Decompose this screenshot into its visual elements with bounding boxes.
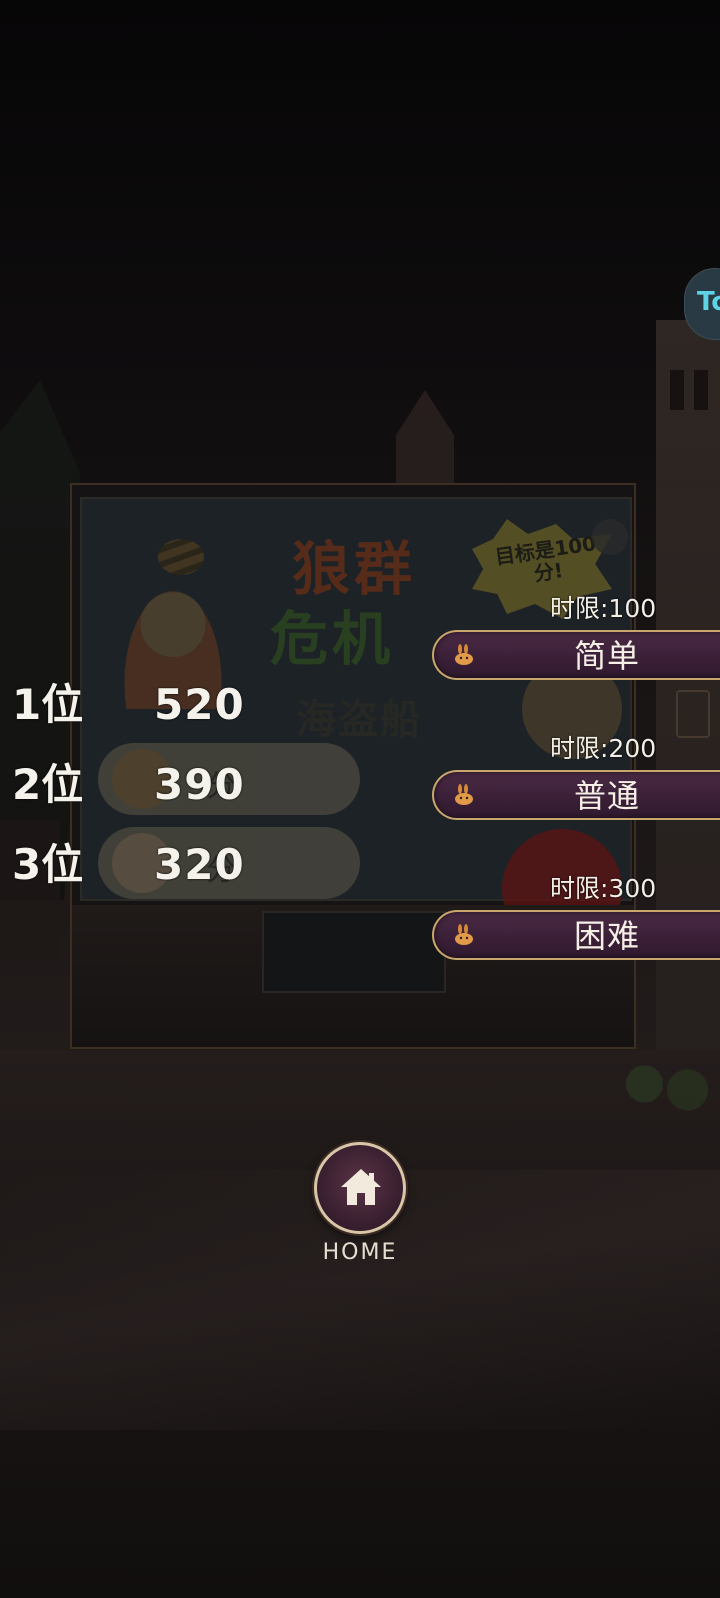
wall-lamp bbox=[676, 690, 710, 738]
easy-button[interactable]: 简单 bbox=[432, 630, 720, 680]
normal-button[interactable]: 普通 bbox=[432, 770, 720, 820]
time-limit-easy: 时限:100 bbox=[550, 594, 657, 623]
hard-button[interactable]: 困难 bbox=[432, 910, 720, 960]
skull-icon bbox=[592, 519, 628, 555]
normal-label: 普通 bbox=[574, 777, 641, 815]
board-screen bbox=[262, 911, 446, 993]
poster-subtitle: 海盗船 bbox=[296, 697, 422, 743]
bunny-icon bbox=[455, 924, 473, 945]
home-button[interactable] bbox=[314, 1142, 406, 1234]
rank-score-3: 320 bbox=[154, 840, 245, 889]
rank-label-2: 2位 bbox=[12, 760, 84, 809]
rank-label-1: 1位 bbox=[12, 680, 84, 729]
side-bubble-text: To bbox=[697, 287, 720, 317]
easy-label: 简单 bbox=[574, 637, 641, 675]
striped-ball-art bbox=[158, 539, 204, 575]
poster-title-line1: 狼群 bbox=[292, 535, 417, 603]
bunny-icon bbox=[455, 644, 473, 665]
bunny-icon bbox=[455, 784, 473, 805]
rank-score-1: 520 bbox=[154, 680, 245, 729]
poster-title-line2: 危机 bbox=[270, 605, 395, 673]
potted-plants bbox=[612, 1060, 720, 1120]
hard-label: 困难 bbox=[574, 917, 641, 955]
time-limit-normal: 时限:200 bbox=[550, 734, 657, 763]
time-limit-hard: 时限:300 bbox=[550, 874, 657, 903]
house-icon bbox=[341, 1169, 381, 1205]
rank-label-3: 3位 bbox=[12, 840, 84, 889]
rank-score-2: 390 bbox=[154, 760, 245, 809]
home-label: HOME bbox=[322, 1240, 398, 1265]
